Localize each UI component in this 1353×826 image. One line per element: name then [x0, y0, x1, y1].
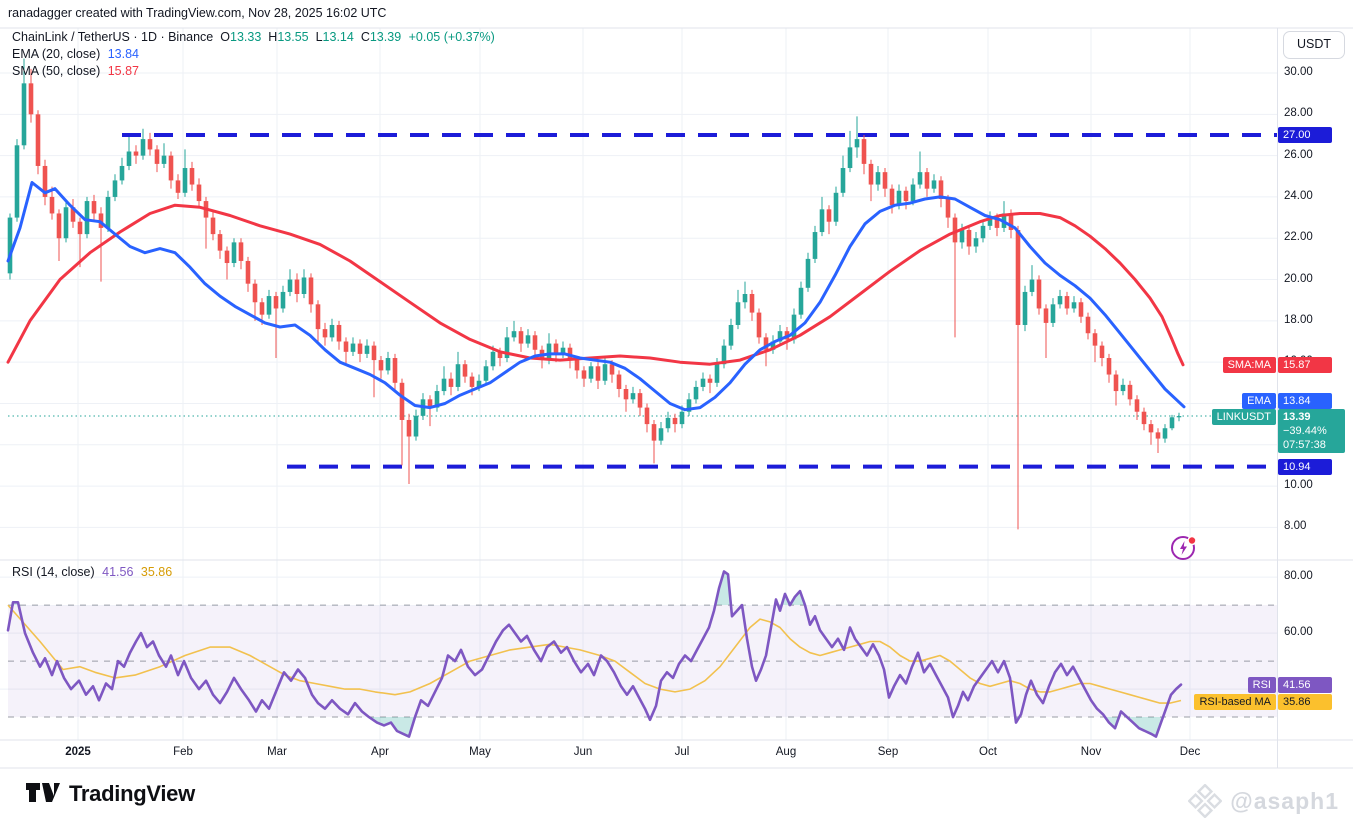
sma-legend-label: SMA (50, close)	[12, 64, 100, 78]
ema-value-badge: 13.84	[1278, 393, 1332, 409]
rsi-ma-label-badge: RSI-based MA	[1194, 694, 1276, 710]
time-axis-tick[interactable]: Dec	[1180, 746, 1200, 758]
watermark-text: @asaph1	[1230, 788, 1339, 815]
watermark-diamond-icon	[1188, 784, 1222, 818]
chart-canvas	[0, 0, 1353, 826]
sma-legend[interactable]: SMA (50, close) 15.87	[12, 64, 139, 78]
time-axis-tick[interactable]: Feb	[173, 746, 193, 758]
sma-label-badge: SMA:MA	[1223, 357, 1276, 373]
sma-value-badge: 15.87	[1278, 357, 1332, 373]
symbol-title[interactable]: ChainLink / TetherUS · 1D · Binance	[12, 30, 213, 44]
time-axis-tick[interactable]: Oct	[979, 746, 997, 758]
price-axis-tick: 20.00	[1284, 273, 1313, 285]
ohlc-values: O13.33 H13.55 L13.14 C13.39	[213, 30, 401, 44]
time-axis-tick[interactable]: Jul	[675, 746, 690, 758]
level-high-price-badge: 27.00	[1278, 127, 1332, 143]
rsi-value-label-badge: RSI	[1248, 677, 1276, 693]
ohlc-c: C13.39	[361, 30, 401, 44]
time-axis-tick[interactable]: Nov	[1081, 746, 1101, 758]
time-axis-tick[interactable]: May	[469, 746, 491, 758]
ema-legend-value: 13.84	[108, 47, 139, 61]
ohlc-o: O13.33	[220, 30, 261, 44]
rsi-legend-label: RSI (14, close)	[12, 565, 95, 579]
time-axis-tick[interactable]: Aug	[776, 746, 796, 758]
time-axis-tick[interactable]: Mar	[267, 746, 287, 758]
price-axis-tick: 26.00	[1284, 149, 1313, 161]
ohlc-h: H13.55	[268, 30, 308, 44]
tradingview-logo-text: TradingView	[69, 781, 195, 807]
time-axis-tick[interactable]: 2025	[65, 746, 91, 758]
time-axis-tick[interactable]: Apr	[371, 746, 389, 758]
price-axis-tick: 10.00	[1284, 479, 1313, 491]
price-axis-tick: 28.00	[1284, 107, 1313, 119]
tradingview-logo[interactable]: TradingView	[26, 781, 195, 807]
author-watermark: @asaph1	[1188, 784, 1339, 818]
price-axis-tick: 8.00	[1284, 520, 1306, 532]
rsi-axis-tick: 60.00	[1284, 626, 1313, 638]
price-axis-tick: 30.00	[1284, 66, 1313, 78]
symbol-label-badge: LINKUSDT	[1212, 409, 1276, 425]
quick-trade-button[interactable]	[1169, 533, 1199, 563]
price-axis-tick: 24.00	[1284, 190, 1313, 202]
rsi-ma-value-badge: 35.86	[1278, 694, 1332, 710]
level-low-price-badge: 10.94	[1278, 459, 1332, 475]
price-axis-tick: 18.00	[1284, 314, 1313, 326]
tradingview-chart-page: ranadagger created with TradingView.com,…	[0, 0, 1353, 826]
lightning-bolt-icon	[1169, 533, 1199, 563]
sma-legend-value: 15.87	[108, 64, 139, 78]
rsi-axis-tick: 80.00	[1284, 570, 1313, 582]
currency-toggle-usdt[interactable]: USDT	[1283, 31, 1345, 59]
price-axis-tick: 22.00	[1284, 231, 1313, 243]
tradingview-logo-icon	[26, 782, 60, 806]
symbol-legend[interactable]: ChainLink / TetherUS · 1D · BinanceO13.3…	[12, 30, 495, 44]
rsi-value-badge: 41.56	[1278, 677, 1332, 693]
symbol-price-countdown-badge: 13.39−39.44%07:57:38	[1278, 409, 1345, 453]
rsi-legend-value: 41.56	[102, 565, 133, 579]
ema-legend[interactable]: EMA (20, close) 13.84	[12, 47, 139, 61]
change-value: +0.05 (+0.37%)	[409, 30, 495, 44]
rsi-legend[interactable]: RSI (14, close) 41.56 35.86	[12, 565, 172, 579]
ema-legend-label: EMA (20, close)	[12, 47, 100, 61]
time-axis-tick[interactable]: Jun	[574, 746, 593, 758]
rsi-ma-legend-value: 35.86	[141, 565, 172, 579]
ema-label-badge: EMA	[1242, 393, 1276, 409]
time-axis-tick[interactable]: Sep	[878, 746, 898, 758]
ohlc-l: L13.14	[316, 30, 354, 44]
